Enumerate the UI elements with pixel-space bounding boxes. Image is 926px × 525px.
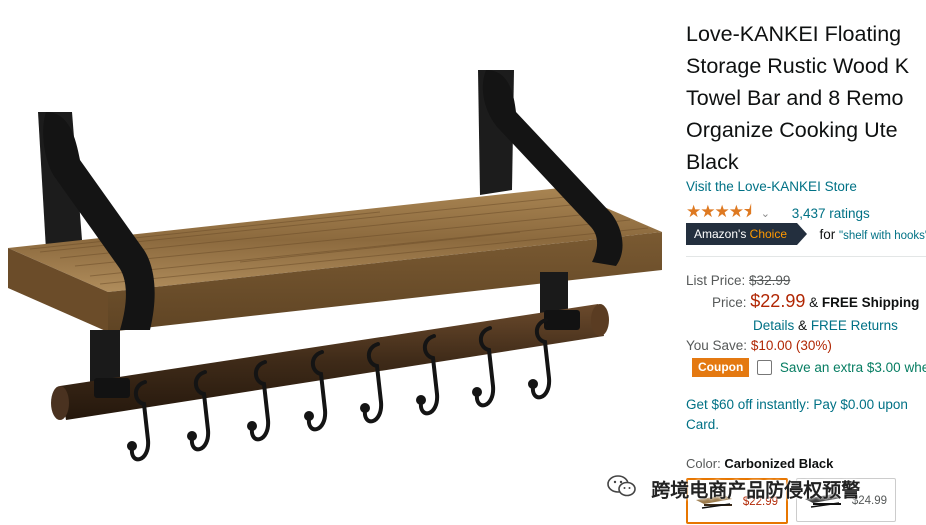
badge-prefix: Amazon's (694, 227, 747, 241)
product-main-image[interactable] (0, 0, 672, 525)
ampersand: & (809, 295, 819, 310)
color-label: Color: (686, 456, 721, 471)
list-price-value: $32.99 (749, 273, 791, 288)
choice-for-text: for "shelf with hooks" (819, 227, 926, 242)
you-save-row: You Save: $10.00 (30%) (686, 338, 832, 353)
color-row: Color: Carbonized Black (686, 456, 833, 471)
amazons-choice-row: Amazon's Choice for "shelf with hooks" (686, 223, 926, 245)
watermark: 跨境电商产品防侵权预警 (606, 474, 861, 502)
product-info-panel: Love-KANKEI Floating Storage Rustic Wood… (686, 18, 926, 525)
choice-for-label: for (819, 226, 836, 242)
you-save-label: You Save: (686, 338, 748, 353)
store-link[interactable]: Visit the Love-KANKEI Store (686, 179, 857, 194)
title-line: Organize Cooking Ute (686, 118, 898, 142)
coupon-checkbox[interactable] (757, 360, 773, 375)
wechat-icon (606, 474, 638, 504)
coupon-row: Coupon Save an extra $3.00 whe (692, 358, 926, 377)
choice-query-link[interactable]: "shelf with hooks" (839, 230, 926, 242)
details-row: Details & FREE Returns (753, 318, 898, 333)
color-value: Carbonized Black (724, 456, 834, 471)
coupon-badge: Coupon (692, 358, 750, 377)
promo-line: Get $60 off instantly: Pay $0.00 upon (686, 397, 908, 412)
price-label: Price: (712, 295, 747, 310)
free-returns-link[interactable]: FREE Returns (811, 318, 898, 333)
list-price-label: List Price: (686, 273, 746, 288)
product-title: Love-KANKEI Floating Storage Rustic Wood… (686, 18, 926, 178)
list-price-row: List Price: $32.99 (686, 273, 790, 288)
chevron-down-icon[interactable]: ⌄ (761, 207, 770, 220)
coupon-text[interactable]: Save an extra $3.00 whe (780, 360, 926, 375)
you-save-value: $10.00 (30%) (750, 338, 832, 353)
price-value: $22.99 (750, 291, 806, 311)
title-line: Storage Rustic Wood K (686, 54, 910, 78)
ratings-count-link[interactable]: 3,437 ratings (792, 206, 870, 221)
amazons-choice-badge[interactable]: Amazon's Choice (686, 223, 808, 245)
title-line: Towel Bar and 8 Remo (686, 86, 904, 110)
title-line: Love-KANKEI Floating (686, 22, 902, 46)
rating-row: ★★★★⯨ ⌄ 3,437 ratings (686, 199, 870, 221)
promo-line: Card. (686, 417, 720, 432)
free-shipping-text: FREE Shipping (821, 295, 920, 310)
title-line: Black (686, 150, 739, 174)
watermark-text: 跨境电商产品防侵权预警 (651, 480, 861, 502)
details-link[interactable]: Details (753, 318, 794, 333)
card-promo-link[interactable]: Get $60 off instantly: Pay $0.00 upon Ca… (686, 395, 926, 435)
badge-accent: Choice (749, 227, 788, 241)
price-row: Price: $22.99 & FREE Shipping (712, 291, 919, 312)
ampersand: & (798, 318, 808, 333)
divider (686, 256, 926, 257)
